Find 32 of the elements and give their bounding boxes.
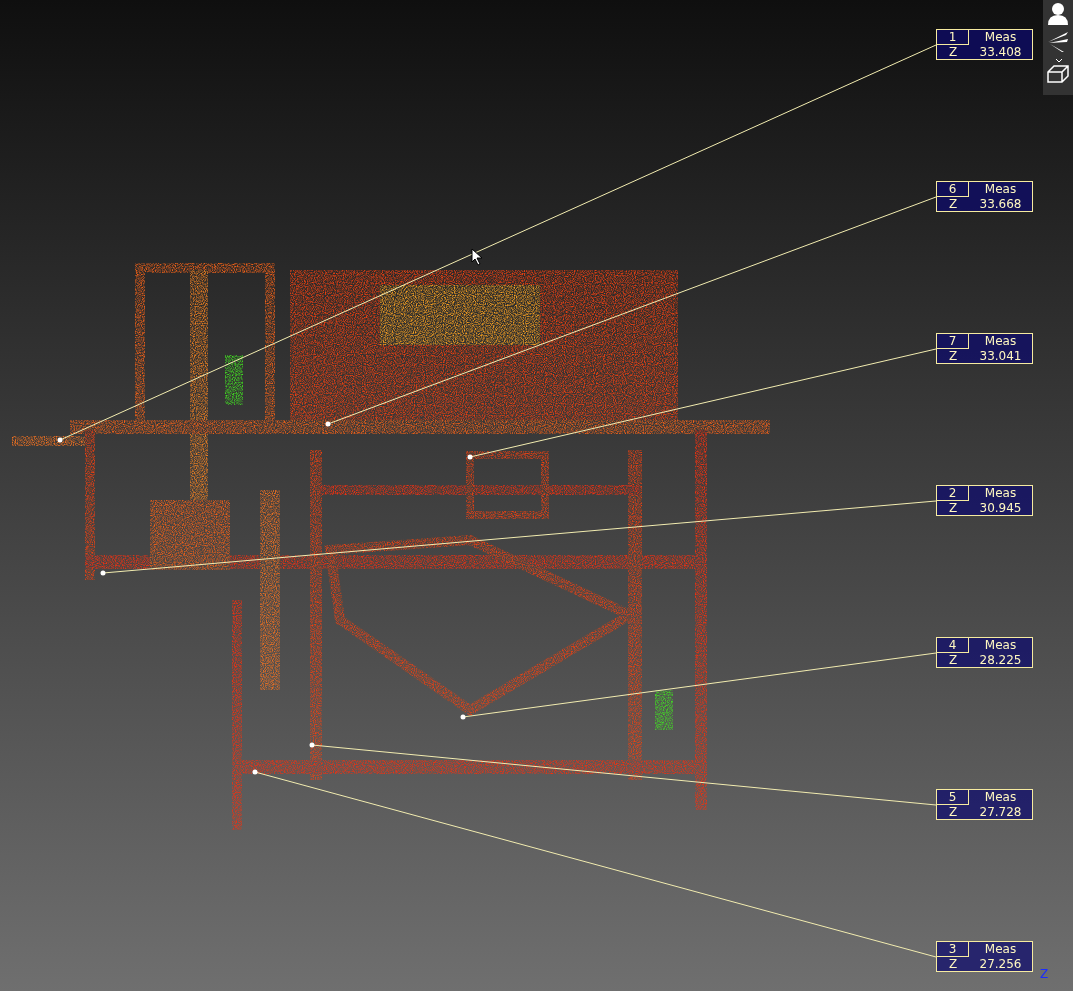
label-value: 27.728 bbox=[978, 805, 1023, 819]
label-index: 3 bbox=[937, 942, 969, 957]
label-index: 4 bbox=[937, 638, 969, 653]
label-axis: Z bbox=[947, 805, 959, 819]
label-value: 28.225 bbox=[978, 653, 1023, 667]
label-index: 2 bbox=[937, 486, 969, 501]
label-axis: Z bbox=[947, 45, 959, 59]
label-axis: Z bbox=[947, 653, 959, 667]
label-axis: Z bbox=[947, 197, 959, 211]
label-title: Meas bbox=[983, 30, 1018, 44]
label-value: 33.408 bbox=[978, 45, 1023, 59]
label-title: Meas bbox=[983, 334, 1018, 348]
label-value: 30.945 bbox=[978, 501, 1023, 515]
label-index: 7 bbox=[937, 334, 969, 349]
box-icon[interactable] bbox=[1046, 58, 1070, 86]
label-value: 33.668 bbox=[978, 197, 1023, 211]
label-title: Meas bbox=[983, 790, 1018, 804]
label-value: 33.041 bbox=[978, 349, 1023, 363]
label-index: 6 bbox=[937, 182, 969, 197]
label-title: Meas bbox=[983, 182, 1018, 196]
person-icon[interactable] bbox=[1047, 2, 1069, 26]
label-axis: Z bbox=[947, 957, 959, 971]
label-value: 27.256 bbox=[978, 957, 1023, 971]
label-index: 5 bbox=[937, 790, 969, 805]
label-title: Meas bbox=[983, 486, 1018, 500]
label-axis: Z bbox=[947, 501, 959, 515]
cursor-icon bbox=[471, 248, 483, 266]
label-index: 1 bbox=[937, 30, 969, 45]
label-axis: Z bbox=[947, 349, 959, 363]
label-title: Meas bbox=[983, 638, 1018, 652]
label-title: Meas bbox=[983, 942, 1018, 956]
axis-label: Z bbox=[1040, 968, 1049, 980]
